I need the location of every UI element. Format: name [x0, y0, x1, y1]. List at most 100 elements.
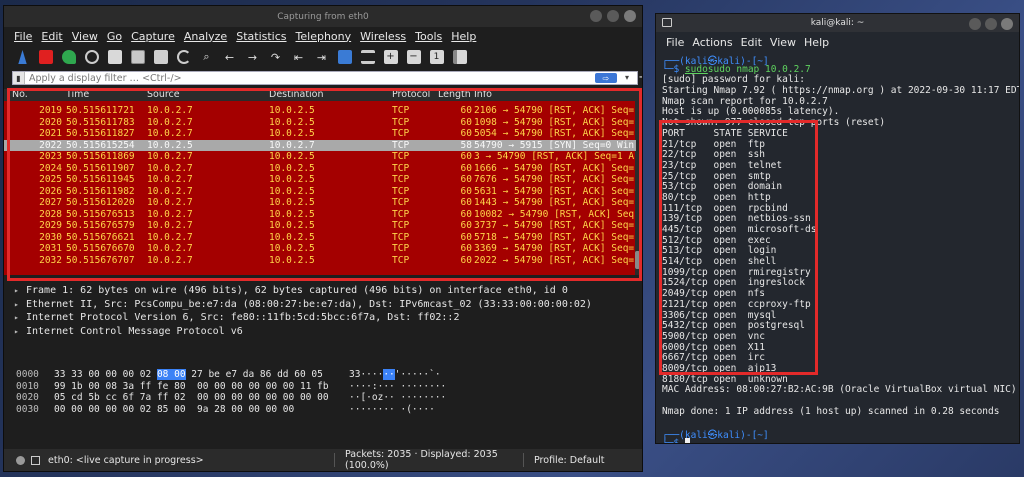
restart-capture-icon[interactable] [60, 49, 77, 66]
ascii-dump: ····:··· ········ [349, 381, 446, 392]
hex-bytes: 05 cd 5b cc 6f 7a ff 02 00 00 00 00 00 0… [54, 392, 329, 403]
detail-ethernet[interactable]: ▸ Ethernet II, Src: PcsCompu_be:e7:da (08… [4, 299, 642, 313]
menu-help[interactable]: Help [804, 36, 829, 49]
menu-edit[interactable]: Edit [741, 36, 762, 49]
bookmark-icon[interactable]: ▮ [13, 72, 25, 84]
expand-arrow-icon[interactable]: ▸ [14, 327, 26, 336]
menu-go[interactable]: Go [107, 30, 122, 43]
hex-offset: 0030 [16, 403, 39, 415]
prompt-line-2: ┌──(kali㉿kali)-[~] [662, 430, 769, 442]
hex-line[interactable]: 0020 05 cd 5b cc 6f 7a ff 02 00 00 00 00 … [4, 392, 642, 404]
menu-file[interactable]: File [14, 30, 32, 43]
menu-actions[interactable]: Actions [692, 36, 732, 49]
port-line: 8180/tcp open unknown [662, 373, 788, 385]
minimize-button[interactable] [590, 10, 602, 22]
detail-ipv6[interactable]: ▸ Internet Protocol Version 6, Src: fe80:… [4, 312, 642, 326]
close-file-icon[interactable] [152, 49, 169, 66]
resize-columns-icon[interactable] [451, 49, 468, 66]
menu-wireless[interactable]: Wireless [360, 30, 406, 43]
open-file-icon[interactable] [106, 49, 123, 66]
cursor [684, 437, 690, 443]
menu-file[interactable]: File [666, 36, 684, 49]
hex-segment: 27 be e7 da 86 dd 60 05 [185, 369, 323, 380]
menu-telephony[interactable]: Telephony [296, 30, 352, 43]
hex-segment: 00 00 00 00 00 02 85 00 9a 28 00 00 00 0… [54, 403, 295, 415]
menu-edit[interactable]: Edit [41, 30, 62, 43]
shark-fin-start-icon[interactable] [14, 49, 31, 66]
chevron-down-icon[interactable]: ▾ [625, 73, 629, 82]
menu-help[interactable]: Help [451, 30, 476, 43]
wireshark-window: Capturing from eth0 File Edit View Go Ca… [3, 5, 643, 472]
prompt-line: ┌──(kali㉿kali)-[~] [662, 56, 769, 67]
packet-details-pane: ▸ Frame 1: 62 bytes on wire (496 bits), 6… [4, 275, 642, 355]
autoscroll-icon[interactable] [336, 49, 353, 66]
output-line: Host is up (0.000085s latency). [662, 106, 840, 118]
hex-line[interactable]: 0030 00 00 00 00 00 02 85 00 9a 28 00 00 … [4, 404, 642, 416]
main-toolbar: ⌕ ← → ↷ ⇤ ⇥ + − 1 [4, 45, 642, 69]
menu-view[interactable]: View [770, 36, 796, 49]
hex-segment: 99 1b 00 08 3a ff fe 80 00 00 00 00 00 0… [54, 380, 329, 392]
terminal-menubar: File Actions Edit View Help [656, 32, 1019, 52]
hex-offset: 0000 [16, 369, 39, 380]
reload-icon[interactable] [175, 49, 192, 66]
close-button[interactable] [1001, 18, 1013, 30]
menu-statistics[interactable]: Statistics [236, 30, 286, 43]
ascii-segment: ····:··· [349, 380, 395, 392]
apply-filter-icon[interactable]: ⇨ [595, 73, 617, 83]
zoom-out-icon[interactable]: − [405, 49, 422, 66]
ascii-segment: ·(···· [394, 403, 435, 415]
zoom-in-icon[interactable]: + [382, 49, 399, 66]
stop-capture-icon[interactable] [37, 49, 54, 66]
ascii-dump: ········ ·(···· [349, 404, 435, 415]
ascii-highlight: ·· [383, 369, 395, 380]
ports-highlight-box [659, 120, 818, 375]
normal-size-icon[interactable]: 1 [428, 49, 445, 66]
filter-input[interactable]: Apply a display filter … <Ctrl-/> [25, 73, 182, 84]
first-packet-icon[interactable]: ⇤ [290, 49, 307, 66]
hex-line[interactable]: 0010 99 1b 00 08 3a ff fe 80 00 00 00 00 … [4, 381, 642, 393]
menu-capture[interactable]: Capture [131, 30, 175, 43]
expand-arrow-icon[interactable]: ▸ [14, 300, 26, 309]
back-arrow-icon[interactable]: ← [221, 49, 238, 66]
output-line: Nmap scan report for 10.0.2.7 [662, 95, 828, 107]
ascii-segment: '·····`· [394, 369, 441, 380]
last-packet-icon[interactable]: ⇥ [313, 49, 330, 66]
add-filter-button[interactable]: + [638, 70, 642, 85]
detail-frame[interactable]: ▸ Frame 1: 62 bytes on wire (496 bits), 6… [4, 285, 642, 299]
maximize-button[interactable] [607, 10, 619, 22]
terminal-icon [662, 18, 672, 27]
maximize-button[interactable] [985, 18, 997, 30]
close-button[interactable] [624, 10, 636, 22]
find-icon[interactable]: ⌕ [198, 49, 215, 66]
menu-view[interactable]: View [72, 30, 98, 43]
expand-arrow-icon[interactable]: ▸ [14, 286, 26, 295]
hex-offset: 0020 [16, 392, 39, 403]
forward-arrow-icon[interactable]: → [244, 49, 261, 66]
capture-options-icon[interactable] [83, 49, 100, 66]
wireshark-titlebar: Capturing from eth0 [4, 6, 642, 27]
hex-bytes: 33 33 00 00 00 02 08 00 27 be e7 da 86 d… [54, 369, 323, 380]
output-line: Starting Nmap 7.92 ( https://nmap.org ) … [662, 85, 1020, 97]
detail-icmpv6[interactable]: ▸ Internet Control Message Protocol v6 [4, 326, 642, 340]
menu-analyze[interactable]: Analyze [184, 30, 227, 43]
save-file-icon[interactable] [129, 49, 146, 66]
hex-segment: 05 cd 5b cc 6f 7a ff 02 00 00 00 00 00 0… [54, 392, 329, 403]
ascii-segment: 33···· [349, 369, 384, 380]
profile-label[interactable]: Profile: Default [534, 455, 604, 466]
nmap-done-line: Nmap done: 1 IP address (1 host up) scan… [662, 405, 1000, 417]
menu-tools[interactable]: Tools [415, 30, 442, 43]
terminal-titlebar: kali@kali: ~ [656, 14, 1019, 32]
packet-count: Packets: 2035 · Displayed: 2035 (100.0%) [345, 449, 498, 471]
command-line: └─$ sudosudo nmap 10.0.2.7 [662, 63, 811, 75]
colorize-icon[interactable] [359, 49, 376, 66]
command-text: sudo nmap 10.0.2.7 [707, 63, 811, 75]
expand-arrow-icon[interactable]: ▸ [14, 313, 26, 322]
go-to-packet-icon[interactable]: ↷ [267, 49, 284, 66]
capture-status-icon [16, 455, 25, 465]
hex-line[interactable]: 0000 33 33 00 00 00 02 08 00 27 be e7 da … [4, 369, 642, 381]
terminal-title: kali@kali: ~ [810, 18, 865, 28]
minimize-button[interactable] [969, 18, 981, 30]
display-filter-bar[interactable]: ▮ Apply a display filter … <Ctrl-/> ⇨ ▾ … [12, 70, 642, 85]
comment-icon[interactable] [31, 455, 40, 465]
output-line: [sudo] password for kali: [662, 74, 805, 86]
